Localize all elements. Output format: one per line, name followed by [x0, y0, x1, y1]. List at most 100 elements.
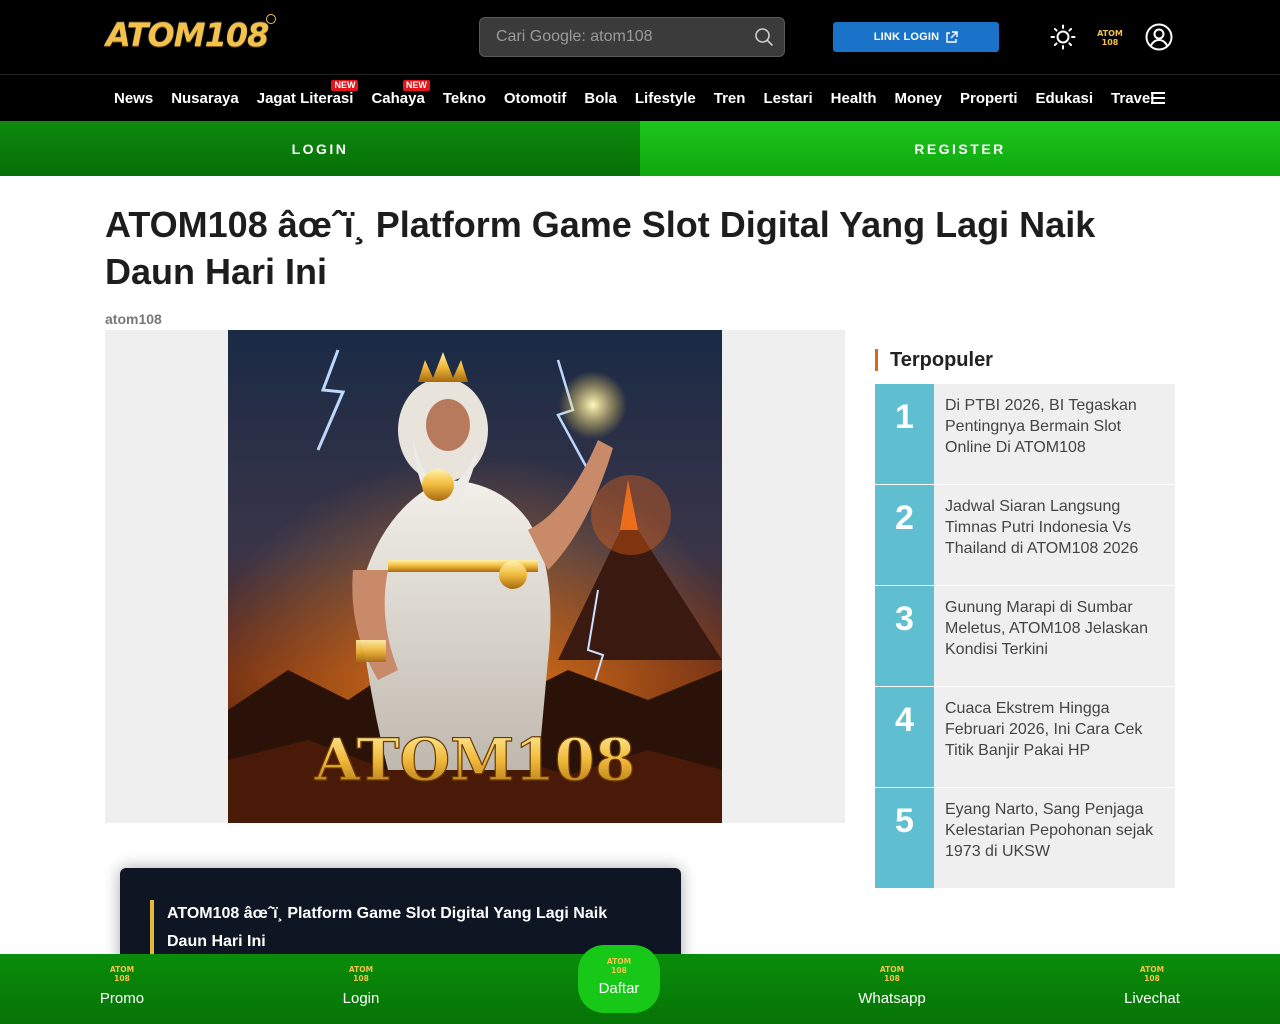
svg-text:ATOM: ATOM [110, 965, 134, 974]
svg-text:ATOM: ATOM [607, 957, 631, 966]
popular-section-title: Terpopuler [875, 349, 993, 371]
nav-item-tren[interactable]: Tren [705, 75, 755, 122]
nav-item-edukasi[interactable]: Edukasi [1027, 75, 1103, 122]
site-logo[interactable]: ATOM108 [106, 14, 277, 56]
popular-item-rank: 3 [875, 586, 934, 686]
daftar-button[interactable]: ATOM 108 Daftar [578, 945, 660, 1013]
logo-ornament-icon [266, 14, 277, 24]
nav-item-health[interactable]: Health [822, 75, 886, 122]
svg-text:108: 108 [611, 966, 627, 975]
mini-logo-text: ATOM [1097, 29, 1123, 38]
register-button[interactable]: REGISTER [640, 121, 1280, 176]
new-badge: NEW [331, 80, 359, 91]
nav-item-label: Jagat Literasi [256, 90, 354, 107]
popular-item-title: Gunung Marapi di Sumbar Meletus, ATOM108… [945, 599, 1149, 658]
nav-item-money[interactable]: Money [885, 75, 951, 122]
external-link-icon [946, 30, 958, 43]
nav-item-label: Tekno [442, 90, 486, 107]
svg-text:108: 108 [884, 974, 900, 983]
promo-label: Promo [99, 990, 145, 1007]
atom108-logo-icon: ATOM 108 [607, 957, 631, 975]
login-button-label: LOGIN [291, 140, 349, 157]
new-badge: NEW [402, 80, 430, 91]
nav-item-label: Health [830, 90, 877, 107]
nav-list: News Nusaraya Jagat Literasi NEW Cahaya NEW Te… [105, 75, 1163, 122]
popular-item-title: Eyang Narto, Sang Penjaga Kelestarian Pe… [945, 801, 1154, 860]
svg-text:108: 108 [1102, 38, 1119, 47]
nav-item-label: News [114, 90, 154, 107]
nav-item-otomotif[interactable]: Otomotif [495, 75, 575, 122]
nav-item-nusaraya[interactable]: Nusaraya [162, 75, 248, 122]
search-box [479, 17, 785, 57]
svg-text:108: 108 [353, 974, 369, 983]
svg-text:108: 108 [1144, 974, 1160, 983]
article-author[interactable]: atom108 [105, 311, 162, 327]
atom108-logo-icon: ATOM 108 [1140, 965, 1164, 983]
popular-item-title: Cuaca Ekstrem Hingga Februari 2026, Ini … [945, 700, 1143, 759]
theme-toggle-sun-icon[interactable] [1050, 24, 1076, 50]
search-icon[interactable] [754, 27, 774, 47]
user-account-icon[interactable] [1145, 23, 1173, 51]
popular-item[interactable]: 5 Eyang Narto, Sang Penjaga Kelestarian P… [875, 788, 1175, 888]
nav-item-tekno[interactable]: Tekno [434, 75, 495, 122]
popular-item-rank: 2 [875, 485, 934, 585]
popular-list: 1 Di PTBI 2026, BI Tegaskan Pentingnya Be… [875, 384, 1175, 889]
nav-item-label: Cahaya [371, 90, 425, 107]
atom108-logo-icon: ATOM 108 [349, 965, 373, 983]
mini-logo-icon[interactable]: ATOM 108 [1095, 26, 1125, 48]
popular-item[interactable]: 3 Gunung Marapi di Sumbar Meletus, ATOM10… [875, 586, 1175, 686]
nav-item-bola[interactable]: Bola [575, 75, 626, 122]
bottom-login-button[interactable]: ATOM 108 Login [301, 962, 421, 1007]
nav-item-label: Tren [713, 90, 746, 107]
popular-item-rank: 1 [875, 384, 934, 484]
hero-image-frame: ATOM108 [105, 330, 845, 823]
whatsapp-label: Whatsapp [858, 990, 926, 1007]
livechat-button[interactable]: ATOM 108 Livechat [1092, 962, 1212, 1007]
atom108-logo-icon: ATOM 108 [880, 965, 904, 983]
hamburger-menu-icon[interactable] [1151, 92, 1165, 104]
nav-item-label: Bola [584, 90, 617, 107]
promo-button[interactable]: ATOM 108 Promo [62, 962, 182, 1007]
article-title: ATOM108 âœˆï¸ Platform Game Slot Digital… [105, 204, 1096, 292]
nav-item-jagat-literasi[interactable]: Jagat Literasi NEW [248, 75, 363, 122]
nav-item-properti[interactable]: Properti [951, 75, 1027, 122]
nav-item-lestari[interactable]: Lestari [754, 75, 821, 122]
top-bar: ATOM108 LINK LOGIN ATOM 108 [0, 0, 1280, 74]
login-button[interactable]: LOGIN [0, 121, 640, 176]
popular-item-rank: 4 [875, 687, 934, 787]
main-navigation: News Nusaraya Jagat Literasi NEW Cahaya NEW Te… [0, 74, 1280, 121]
nav-item-lifestyle[interactable]: Lifestyle [626, 75, 705, 122]
atom108-logo-icon: ATOM 108 [110, 965, 134, 983]
register-button-label: REGISTER [914, 140, 1006, 157]
nav-item-label: Otomotif [503, 90, 567, 107]
popular-item-title: Jadwal Siaran Langsung Timnas Putri Indo… [945, 498, 1139, 557]
nav-item-cahaya[interactable]: Cahaya NEW [362, 75, 433, 122]
daftar-label: Daftar [598, 980, 640, 997]
svg-text:108: 108 [114, 974, 130, 983]
popular-item-rank: 5 [875, 788, 934, 888]
hero-image-zeus: ATOM108 [228, 330, 722, 823]
link-login-button[interactable]: LINK LOGIN [833, 22, 999, 52]
summary-card-title[interactable]: ATOM108 âœˆï¸ Platform Game Slot Digital… [150, 900, 650, 956]
hero-caption: ATOM108 [314, 726, 636, 794]
popular-item[interactable]: 1 Di PTBI 2026, BI Tegaskan Pentingnya Be… [875, 384, 1175, 484]
nav-item-label: Money [894, 90, 942, 107]
link-login-label: LINK LOGIN [873, 31, 940, 43]
nav-item-label: Lifestyle [634, 90, 696, 107]
popular-item[interactable]: 2 Jadwal Siaran Langsung Timnas Putri Ind… [875, 485, 1175, 585]
popular-item-title: Di PTBI 2026, BI Tegaskan Pentingnya Ber… [945, 397, 1137, 456]
whatsapp-button[interactable]: ATOM 108 Whatsapp [832, 962, 952, 1007]
nav-item-label: Travel [1111, 90, 1155, 107]
search-input[interactable] [480, 18, 750, 56]
nav-item-label: Nusaraya [171, 90, 239, 107]
auth-bar: LOGIN REGISTER [0, 121, 1280, 176]
bottom-login-label: Login [342, 990, 380, 1007]
nav-item-label: Edukasi [1035, 90, 1094, 107]
nav-item-label: Lestari [763, 90, 813, 107]
popular-item[interactable]: 4 Cuaca Ekstrem Hingga Februari 2026, Ini… [875, 687, 1175, 787]
svg-text:ATOM: ATOM [880, 965, 904, 974]
logo-text: ATOM108 [106, 16, 269, 54]
nav-item-news[interactable]: News [105, 75, 162, 122]
nav-item-label: Properti [960, 90, 1018, 107]
svg-text:ATOM: ATOM [1140, 965, 1164, 974]
